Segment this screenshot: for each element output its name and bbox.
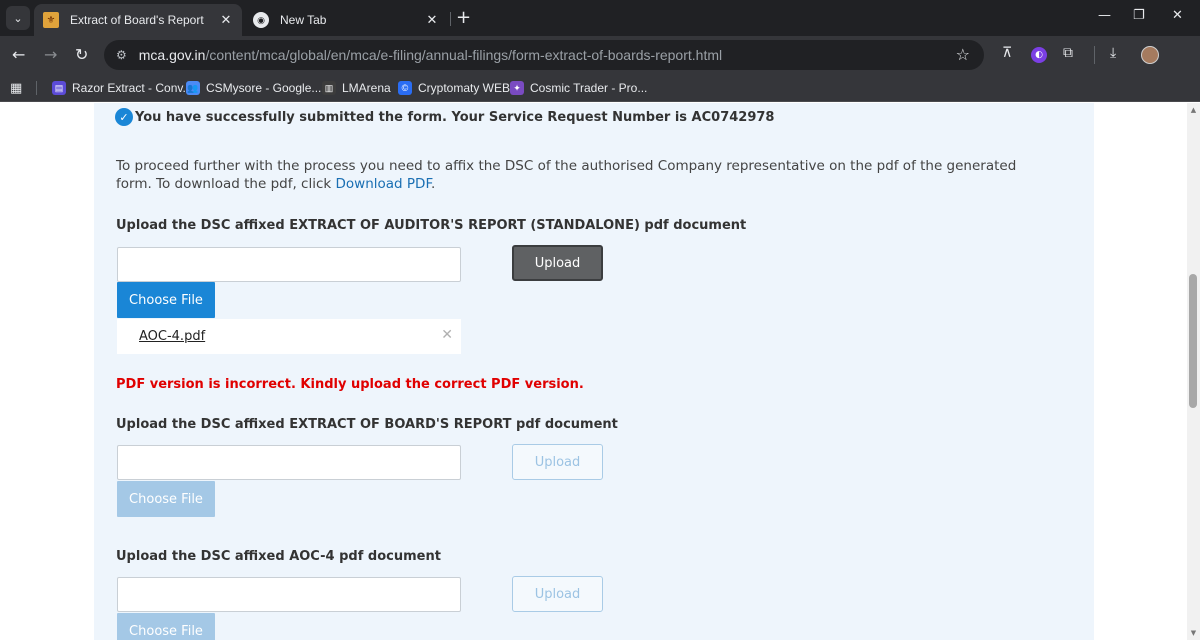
back-arrow-icon[interactable]: ← [12,45,25,65]
apps-grid-icon[interactable]: ▦ [10,81,22,96]
tab-title: New Tab [280,13,327,27]
board-report-choose-file-button[interactable]: Choose File [117,481,215,517]
bookmarks-bar: ▦ ▤ Razor Extract - Conv... 👥 CSMysore -… [0,74,1200,102]
minimize-icon[interactable]: — [1098,8,1111,23]
site-settings-icon[interactable]: ⚙ [116,48,127,62]
browser-toolbar: ← → ↻ ⚙ mca.gov.in/content/mca/global/en… [0,36,1200,74]
tab-search-chevron-icon[interactable]: ⌄ [6,6,30,30]
section-auditor-label: Upload the DSC affixed EXTRACT OF AUDITO… [116,218,747,233]
razor-extract-icon: ▤ [52,81,66,95]
selected-file-name[interactable]: AOC-4.pdf [139,329,205,344]
bookmark-label: Razor Extract - Conv... [72,81,193,95]
tab-strip: ⌄ ⚜ Extract of Board's Report ✕ ◉ New Ta… [0,0,1200,36]
close-tab-icon[interactable]: ✕ [422,12,442,28]
reload-icon[interactable]: ↻ [75,45,88,65]
success-message: ✓ You have successfully submitted the fo… [115,108,774,126]
bookmark-item[interactable]: © Cryptomaty WEB [398,80,510,96]
instruction-body: To proceed further with the process you … [116,158,1017,192]
window-close-icon[interactable]: ✕ [1172,8,1183,23]
emblem-favicon-icon: ⚜ [43,12,59,28]
auditor-file-field[interactable] [117,247,461,282]
tab-new-tab[interactable]: ◉ New Tab ✕ [244,4,448,36]
restore-icon[interactable]: ❐ [1133,8,1145,23]
cryptomaty-icon: © [398,81,412,95]
auditor-upload-button[interactable]: Upload [512,245,603,281]
cosmic-trader-icon: ✦ [510,81,524,95]
chrome-favicon-icon: ◉ [253,12,269,28]
section-aoc4-label: Upload the DSC affixed AOC-4 pdf documen… [116,549,441,564]
page-viewport: ✓ You have successfully submitted the fo… [0,103,1187,640]
board-report-file-field[interactable] [117,445,461,480]
section-board-report-label: Upload the DSC affixed EXTRACT OF BOARD'… [116,417,618,432]
download-icon[interactable]: ⤓ [1110,45,1116,61]
url-text[interactable]: mca.gov.in/content/mca/global/en/mca/e-f… [139,47,722,63]
bookmark-item[interactable]: ▤ Razor Extract - Conv... [52,80,192,96]
aoc4-upload-button[interactable]: Upload [512,576,603,612]
scroll-down-arrow-icon[interactable]: ▼ [1189,629,1198,637]
bookmark-label: Cosmic Trader - Pro... [530,81,648,95]
aoc4-file-field[interactable] [117,577,461,612]
page-scrollbar[interactable]: ▲ ▼ [1187,103,1200,640]
tab-divider [450,12,451,26]
remove-file-icon[interactable]: ✕ [441,327,453,343]
scrollbar-thumb[interactable] [1189,274,1197,408]
tab-title: Extract of Board's Report [70,13,204,27]
selected-file-chip: AOC-4.pdf ✕ [117,319,461,354]
instruction-text: To proceed further with the process you … [116,157,1056,193]
bookmark-label: CSMysore - Google... [206,81,322,95]
auditor-choose-file-button[interactable]: Choose File [117,282,215,318]
address-bar[interactable]: ⚙ mca.gov.in/content/mca/global/en/mca/e… [104,40,984,70]
google-groups-icon: 👥 [186,81,200,95]
board-report-upload-button[interactable]: Upload [512,444,603,480]
aoc4-choose-file-button[interactable]: Choose File [117,613,215,640]
success-text: You have successfully submitted the form… [135,109,775,125]
bookmark-label: LMArena [342,81,391,95]
bookmark-item[interactable]: 👥 CSMysore - Google... [186,80,321,96]
instruction-end: . [431,176,436,192]
scroll-up-arrow-icon[interactable]: ▲ [1189,106,1198,114]
lmarena-icon: ▥ [322,81,336,95]
bookmarks-divider [36,81,37,95]
close-tab-icon[interactable]: ✕ [216,12,236,28]
download-pdf-link[interactable]: Download PDF [336,176,432,192]
profile-avatar[interactable] [1141,46,1159,64]
bookmark-label: Cryptomaty WEB [418,81,511,95]
new-tab-plus-icon[interactable]: + [456,8,471,28]
check-circle-icon: ✓ [115,108,133,126]
tab-active[interactable]: ⚜ Extract of Board's Report ✕ [34,4,242,36]
bookmark-item[interactable]: ▥ LMArena [322,80,391,96]
form-panel: ✓ You have successfully submitted the fo… [94,103,1094,640]
extension-avatar-icon[interactable]: ◐ [1031,47,1047,63]
extensions-puzzle-icon[interactable]: ⧉ [1063,45,1073,61]
forward-arrow-icon[interactable]: → [44,45,57,65]
bookmark-star-icon[interactable]: ☆ [956,45,970,64]
error-message: PDF version is incorrect. Kindly upload … [116,377,584,392]
toolbar-divider [1094,46,1095,64]
bookmark-item[interactable]: ✦ Cosmic Trader - Pro... [510,80,647,96]
translate-icon[interactable]: ⊼ [1002,45,1012,61]
